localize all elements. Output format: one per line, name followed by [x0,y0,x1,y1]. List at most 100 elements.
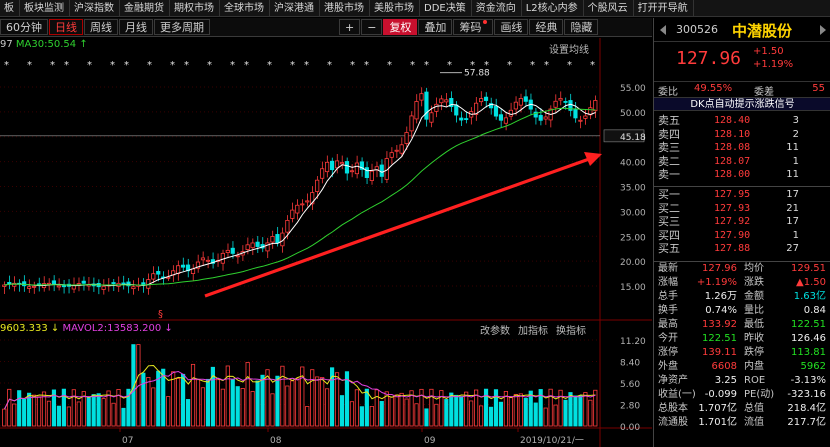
stat-value: -3.13% [790,375,826,386]
volume-bar-down [483,388,489,427]
period-daily[interactable]: 日线 [49,19,83,35]
volume-bar-up [2,408,7,427]
overlay-button[interactable]: 叠加 [418,19,453,35]
top-menu-item[interactable]: 板块监测 [20,0,70,16]
top-menu-item[interactable]: 港股市场 [320,0,370,16]
candle-up [543,116,548,120]
volume-bar-down [359,406,364,427]
top-menu-item[interactable]: L2核心内参 [522,0,584,16]
signal-star-icon: * [147,60,152,71]
volume-bar-up [295,378,300,427]
change-params-button[interactable]: 改参数 [480,326,510,337]
date-axis-label: 08 [270,436,282,446]
top-menu-item[interactable]: 个股风云 [584,0,634,16]
volume-bar-up [553,404,558,427]
level-label: 卖二 [658,154,680,168]
draw-line-button[interactable]: 画线 [494,19,529,35]
top-menu-item[interactable]: 沪深港通 [270,0,320,16]
volume-bar-up [508,397,513,427]
volume-bar-up [305,406,310,427]
volume-bar-up [548,388,553,427]
volume-bar-down [364,388,369,427]
stats-row: 收益(一) -0.099 PE(动) -323.16 [654,388,830,402]
volume-bar-up [76,401,81,427]
level-label: 卖三 [658,141,680,154]
period-weekly[interactable]: 周线 [84,19,118,35]
stat-value: 139.11 [702,347,737,358]
stat-value: ▲1.50 [796,277,826,288]
kline-chart-canvas[interactable]: 55.0050.0045.0040.0035.0030.0025.0020.00… [0,38,652,447]
volume-bar-down [573,395,578,427]
last-price: 127.96 [676,48,742,69]
period-60min[interactable]: 60分钟 [0,19,48,35]
top-menu-item[interactable]: 期权市场 [170,0,220,16]
ma-settings-button[interactable]: 设置均线 [549,41,589,56]
volume-bar-up [220,388,225,427]
candle-down [379,164,384,177]
candle-up [439,98,444,104]
bid-level-row[interactable]: 买一 127.95 17 [654,188,830,202]
signal-star-icon: * [50,60,55,71]
volume-bar-up [36,396,42,427]
hide-button[interactable]: 隐藏 [564,19,599,35]
ask-level-row[interactable]: 卖一 128.00 11 [654,168,830,182]
volume-bar-up [513,393,518,427]
classic-button[interactable]: 经典 [529,19,564,35]
level-price: 128.07 [714,155,751,167]
level-label: 买三 [658,215,680,228]
top-menu-item[interactable]: 资金流向 [472,0,522,16]
stat-value: 1.26万 [704,291,737,302]
candle-down [111,282,116,284]
volume-bar-up [7,388,12,427]
candle-down [329,160,335,171]
top-menu-item[interactable]: 打开开导航 [634,0,694,16]
candle-up [399,144,404,154]
top-menu-item[interactable]: 金融期货 [120,0,170,16]
bid-level-row[interactable]: 买二 127.93 21 [654,202,830,216]
period-monthly[interactable]: 月线 [119,19,153,35]
bid-level-row[interactable]: 买四 127.90 1 [654,229,830,243]
volume-bar-up [111,402,116,427]
ask-level-row[interactable]: 卖四 128.10 2 [654,128,830,142]
volume-bar-down [454,394,459,427]
chip-button[interactable]: 筹码 [453,19,494,35]
ratio-label: 委比 [658,87,678,98]
level-label: 卖四 [658,127,680,141]
volume-bar-up [399,392,404,427]
top-menu-item[interactable]: 美股市场 [370,0,420,16]
add-indicator-button[interactable]: 加指标 [518,326,548,337]
top-menu-item[interactable]: DDE决策 [420,0,472,16]
ask-level-row[interactable]: 卖五 128.40 3 [654,114,830,128]
quote-panel: 300526 中潜股份 127.96 +1.50 +1.19% 委比 49.55… [653,18,830,447]
candle-up [300,203,305,206]
top-menu-item[interactable]: 沪深指数 [70,0,120,16]
ask-level-row[interactable]: 卖二 128.07 1 [654,155,830,169]
candle-up [558,98,563,101]
dk-signal-banner[interactable]: DK点自动提示涨跌信号 [654,97,830,111]
volume-bar-down [17,390,22,427]
prev-stock-icon[interactable] [660,25,666,35]
top-menu-item[interactable]: 板 [0,0,20,16]
volume-bar-down [275,375,280,427]
diff-label: 委差 [754,87,774,98]
candle-up [394,149,399,152]
kline-chart-panel[interactable]: 55.0050.0045.0040.0035.0030.0025.0020.00… [0,38,652,447]
candle-up [295,204,300,214]
bid-level-row[interactable]: 买三 127.92 17 [654,215,830,229]
top-menu-item[interactable]: 全球市场 [220,0,270,16]
stat-value: 1.707亿 [698,403,737,414]
bid-level-row[interactable]: 买五 127.88 27 [654,242,830,256]
zoom-in-button[interactable]: + [339,19,361,35]
candle-up [265,242,270,252]
zoom-out-button[interactable]: − [361,19,383,35]
next-stock-icon[interactable] [820,25,826,35]
signal-star-icon: * [290,60,295,71]
switch-indicator-button[interactable]: 换指标 [556,326,586,337]
restore-rights-button[interactable]: 复权 [383,19,418,35]
candle-up [315,179,320,192]
volume-bar-down [493,389,499,427]
price-axis-label: 55.00 [620,84,646,94]
level-label: 卖五 [658,114,680,127]
period-more[interactable]: 更多周期 [154,19,210,35]
ask-level-row[interactable]: 卖三 128.08 11 [654,141,830,155]
